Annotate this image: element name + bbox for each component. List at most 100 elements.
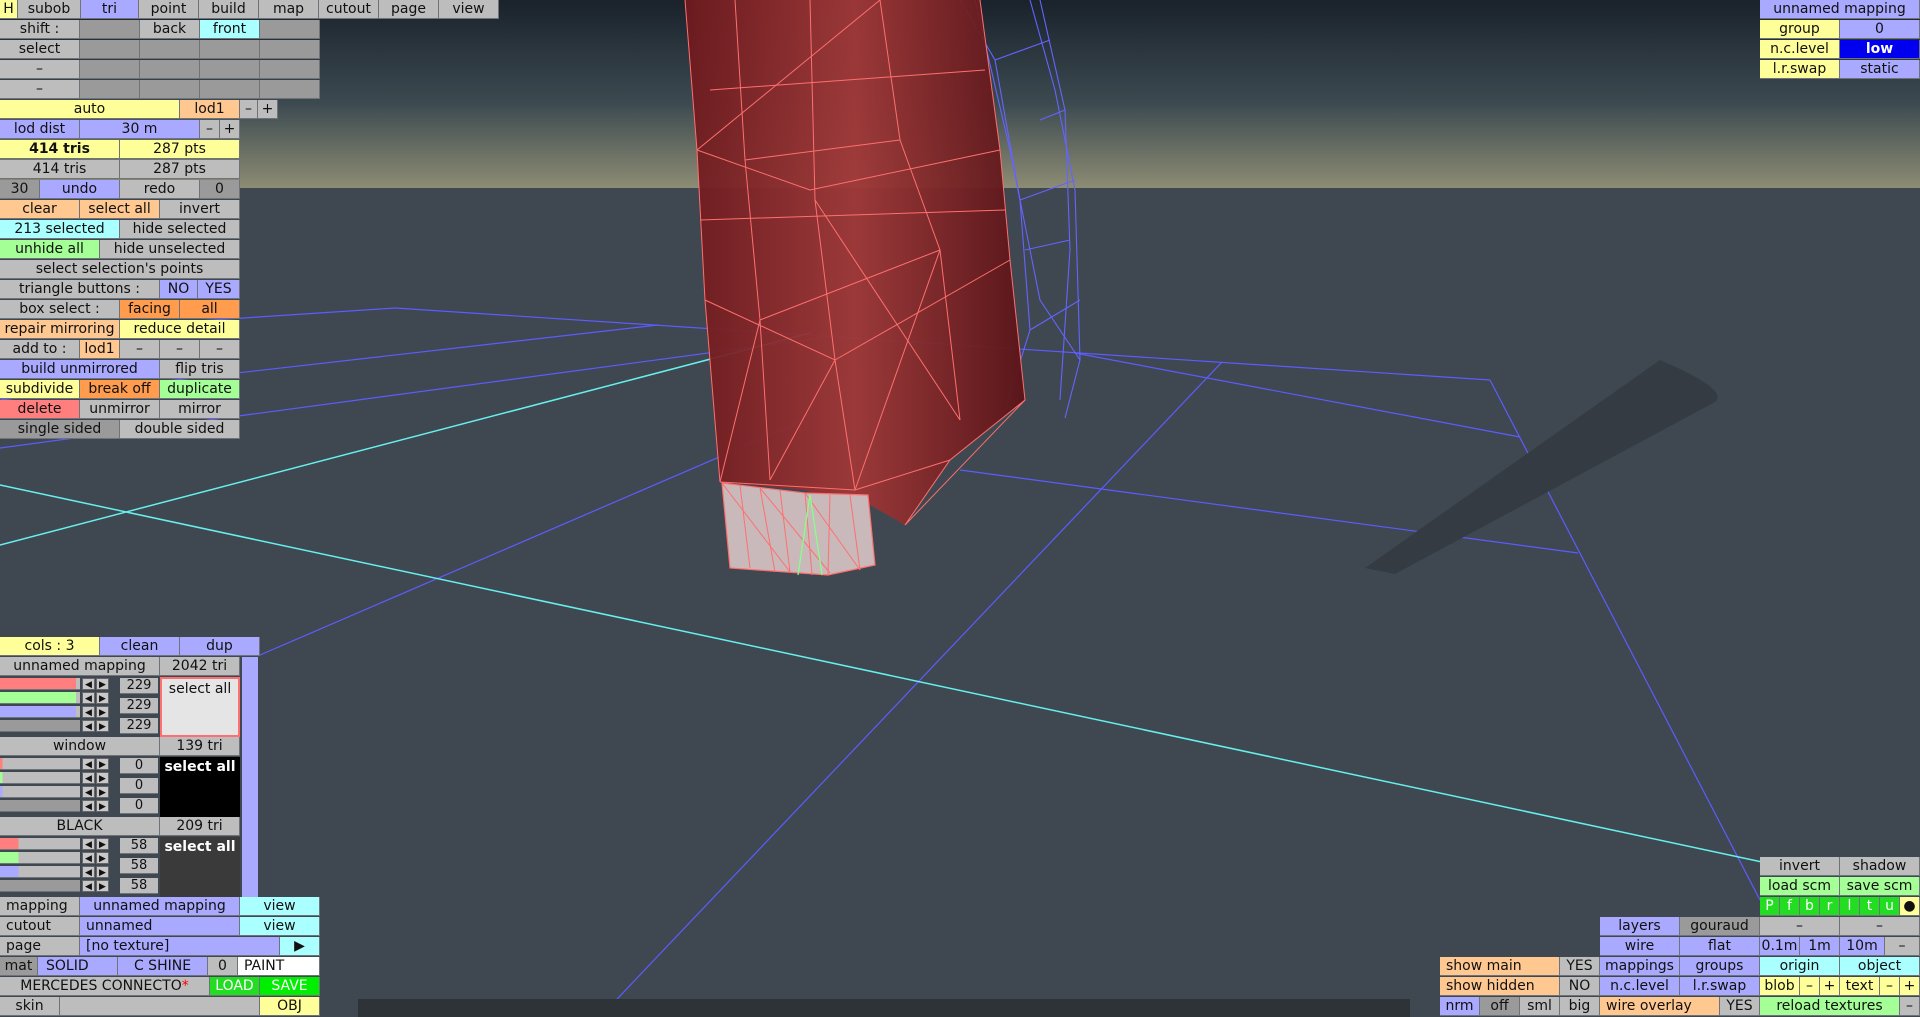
material-swatch-select-all[interactable]: select all xyxy=(160,837,240,897)
tab-map[interactable]: map xyxy=(259,0,319,19)
arrow-right-icon[interactable]: ▶ xyxy=(96,720,109,732)
wire-button[interactable]: wire xyxy=(1600,937,1680,956)
skin-field[interactable] xyxy=(60,997,260,1016)
add-to-slot-2[interactable]: – xyxy=(160,340,200,359)
sml-button[interactable]: sml xyxy=(1520,997,1560,1016)
off-button[interactable]: off xyxy=(1480,997,1520,1016)
wire-overlay-toggle[interactable]: YES xyxy=(1720,997,1760,1016)
arrow-right-icon[interactable]: ▶ xyxy=(96,800,109,812)
clean-button[interactable]: clean xyxy=(100,637,180,656)
arrow-left-icon[interactable]: ◀ xyxy=(82,720,95,732)
material-swatch-select-all[interactable]: select all xyxy=(160,757,240,817)
single-sided-button[interactable]: single sided xyxy=(0,420,120,439)
arrow-left-icon[interactable]: ◀ xyxy=(82,852,95,864)
slot-r1-1[interactable] xyxy=(80,60,140,79)
page-next-arrow-icon[interactable]: ▶ xyxy=(280,937,320,956)
unmirror-button[interactable]: unmirror xyxy=(80,400,160,419)
redo-button[interactable]: redo xyxy=(120,180,200,199)
select-slot-2[interactable] xyxy=(140,40,200,59)
mirror-button[interactable]: mirror xyxy=(160,400,240,419)
front-button[interactable]: front xyxy=(200,20,260,39)
shadow-button[interactable]: shadow xyxy=(1840,857,1920,876)
lod-dist-value[interactable]: 30 m xyxy=(80,120,200,139)
materials-scrollbar[interactable] xyxy=(242,657,258,897)
duplicate-button[interactable]: duplicate xyxy=(160,380,240,399)
3d-viewport[interactable] xyxy=(0,0,1920,1017)
unhide-all-button[interactable]: unhide all xyxy=(0,240,100,259)
arrow-left-icon[interactable]: ◀ xyxy=(82,838,95,850)
blue-slider[interactable] xyxy=(0,866,80,878)
cshine-button[interactable]: C SHINE xyxy=(118,957,208,976)
slot-r2-3[interactable] xyxy=(200,80,260,99)
arrow-right-icon[interactable]: ▶ xyxy=(96,758,109,770)
arrow-right-icon[interactable]: ▶ xyxy=(96,706,109,718)
slot-r2-4[interactable] xyxy=(260,80,320,99)
lod-plus-button[interactable]: + xyxy=(258,100,278,119)
load-button[interactable]: LOAD xyxy=(210,977,260,996)
slot-r2-2[interactable] xyxy=(140,80,200,99)
timeline-bar[interactable] xyxy=(358,999,1410,1017)
blob-minus-button[interactable]: – xyxy=(1800,977,1820,996)
add-to-slot-1[interactable]: – xyxy=(120,340,160,359)
hide-selected-button[interactable]: hide selected xyxy=(120,220,240,239)
alpha-slider[interactable] xyxy=(0,720,80,732)
model-name-field[interactable]: MERCEDES CONNECTO* xyxy=(0,977,210,996)
arrow-left-icon[interactable]: ◀ xyxy=(82,678,95,690)
invert-view-button[interactable]: invert xyxy=(1760,857,1840,876)
green-slider[interactable] xyxy=(0,852,80,864)
mapping-view-button[interactable]: view xyxy=(240,897,320,916)
shift-slot[interactable] xyxy=(80,20,140,39)
show-main-toggle[interactable]: YES xyxy=(1560,957,1600,976)
select-all-button[interactable]: select all xyxy=(80,200,160,219)
red-slider[interactable] xyxy=(0,838,80,850)
view-r-button[interactable]: r xyxy=(1820,897,1840,916)
arrow-right-icon[interactable]: ▶ xyxy=(96,786,109,798)
gouraud-button[interactable]: gouraud xyxy=(1680,917,1760,936)
show-hidden-toggle[interactable]: NO xyxy=(1560,977,1600,996)
arrow-left-icon[interactable]: ◀ xyxy=(82,800,95,812)
mapping-value[interactable]: unnamed mapping xyxy=(80,897,240,916)
tab-h[interactable]: H xyxy=(0,0,18,19)
grid-1m-button[interactable]: 1m xyxy=(1800,937,1840,956)
object-button[interactable]: object xyxy=(1840,957,1920,976)
material-name[interactable]: unnamed mapping xyxy=(0,657,160,676)
view-u-button[interactable]: u xyxy=(1880,897,1900,916)
clear-button[interactable]: clear xyxy=(0,200,80,219)
tab-subob[interactable]: subob xyxy=(18,0,81,19)
tab-point[interactable]: point xyxy=(139,0,199,19)
arrow-left-icon[interactable]: ◀ xyxy=(82,772,95,784)
arrow-left-icon[interactable]: ◀ xyxy=(82,786,95,798)
select-slot-4[interactable] xyxy=(260,40,320,59)
tab-build[interactable]: build xyxy=(199,0,259,19)
reload-minus-button[interactable]: – xyxy=(1900,997,1920,1016)
nclevel-value[interactable]: low xyxy=(1840,40,1920,59)
select-slot-3[interactable] xyxy=(200,40,260,59)
build-unmirrored-button[interactable]: build unmirrored xyxy=(0,360,160,379)
arrow-right-icon[interactable]: ▶ xyxy=(96,866,109,878)
obj-button[interactable]: OBJ xyxy=(260,997,320,1016)
arrow-left-icon[interactable]: ◀ xyxy=(82,758,95,770)
tab-view[interactable]: view xyxy=(439,0,499,19)
box-select-facing[interactable]: facing xyxy=(120,300,180,319)
slot-r1-2[interactable] xyxy=(140,60,200,79)
material-name[interactable]: window xyxy=(0,737,160,756)
nrm-button[interactable]: nrm xyxy=(1440,997,1480,1016)
reload-textures-button[interactable]: reload textures xyxy=(1760,997,1900,1016)
view-t-button[interactable]: t xyxy=(1860,897,1880,916)
slot-r1-4[interactable] xyxy=(260,60,320,79)
blue-slider[interactable] xyxy=(0,786,80,798)
green-slider[interactable] xyxy=(0,692,80,704)
arrow-left-icon[interactable]: ◀ xyxy=(82,692,95,704)
back-button[interactable]: back xyxy=(140,20,200,39)
text-minus-button[interactable]: – xyxy=(1880,977,1900,996)
tab-tri[interactable]: tri xyxy=(81,0,139,19)
grid-10m-button[interactable]: 10m xyxy=(1840,937,1885,956)
delete-button[interactable]: delete xyxy=(0,400,80,419)
invert-button[interactable]: invert xyxy=(160,200,240,219)
nclevel-button[interactable]: n.c.level xyxy=(1600,977,1680,996)
arrow-left-icon[interactable]: ◀ xyxy=(82,706,95,718)
dot-icon[interactable]: ● xyxy=(1900,897,1920,916)
dup-button[interactable]: dup xyxy=(180,637,260,656)
paint-button[interactable]: PAINT xyxy=(238,957,320,976)
big-button[interactable]: big xyxy=(1560,997,1600,1016)
